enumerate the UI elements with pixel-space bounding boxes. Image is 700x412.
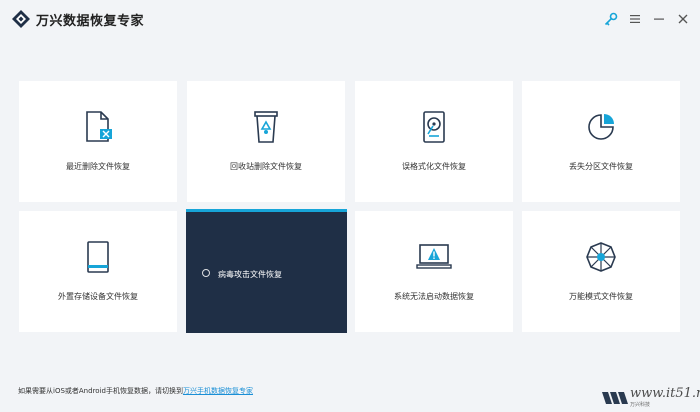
- close-icon: [678, 14, 688, 24]
- deleted-file-icon: [86, 111, 112, 142]
- card-label: 外置存储设备文件恢复: [58, 292, 138, 301]
- card-recent-deleted[interactable]: 最近删除文件恢复: [19, 81, 177, 202]
- minimize-button[interactable]: [650, 10, 668, 28]
- card-label: 回收站删除文件恢复: [230, 162, 302, 171]
- card-virus-attack[interactable]: 病毒攻击文件恢复: [186, 209, 347, 333]
- menu-button[interactable]: [626, 10, 644, 28]
- all-round-mode-icon: [586, 242, 616, 272]
- card-lost-partition[interactable]: 丢失分区文件恢复: [522, 81, 680, 202]
- virus-icon: [202, 269, 210, 277]
- app-logo-icon: [12, 10, 30, 28]
- card-label: 系统无法启动数据恢复: [394, 292, 474, 301]
- card-external-storage[interactable]: 外置存储设备文件恢复: [19, 211, 177, 332]
- title-bar: 万兴数据恢复专家: [0, 0, 700, 38]
- card-label: 万能模式文件恢复: [569, 292, 633, 301]
- external-storage-icon: [87, 241, 109, 273]
- mobile-recovery-link[interactable]: 万兴手机数据恢复专家: [183, 387, 253, 395]
- key-button[interactable]: [602, 10, 620, 28]
- card-all-round-mode[interactable]: 万能模式文件恢复: [522, 211, 680, 332]
- key-icon: [604, 12, 618, 26]
- card-mis-format[interactable]: 误格式化文件恢复: [355, 81, 513, 202]
- card-system-crash[interactable]: 系统无法启动数据恢复: [355, 211, 513, 332]
- card-label: 丢失分区文件恢复: [569, 162, 633, 171]
- card-recycle-bin[interactable]: 回收站删除文件恢复: [187, 81, 345, 202]
- card-label: 病毒攻击文件恢复: [218, 270, 282, 279]
- system-crash-icon: [416, 244, 452, 269]
- card-label: 误格式化文件恢复: [402, 162, 466, 171]
- card-label: 最近删除文件恢复: [66, 162, 130, 171]
- close-button[interactable]: [674, 10, 692, 28]
- watermark: www.it51.net 万兴科技: [600, 384, 700, 410]
- minimize-icon: [654, 18, 664, 20]
- watermark-brand: 万兴科技: [630, 402, 651, 408]
- recycle-bin-icon: [254, 111, 278, 143]
- app-title: 万兴数据恢复专家: [36, 14, 145, 29]
- footer-note: 如果需要从iOS或者Android手机恢复数据，请切换到万兴手机数据恢复专家: [18, 386, 253, 396]
- watermark-text: www.it51.net: [630, 386, 700, 401]
- partition-pie-icon: [588, 114, 614, 140]
- watermark-logo-icon: [602, 392, 628, 404]
- footer-text: 如果需要从iOS或者Android手机恢复数据，请切换到: [18, 387, 183, 395]
- menu-icon: [630, 15, 640, 23]
- hard-drive-icon: [423, 111, 445, 143]
